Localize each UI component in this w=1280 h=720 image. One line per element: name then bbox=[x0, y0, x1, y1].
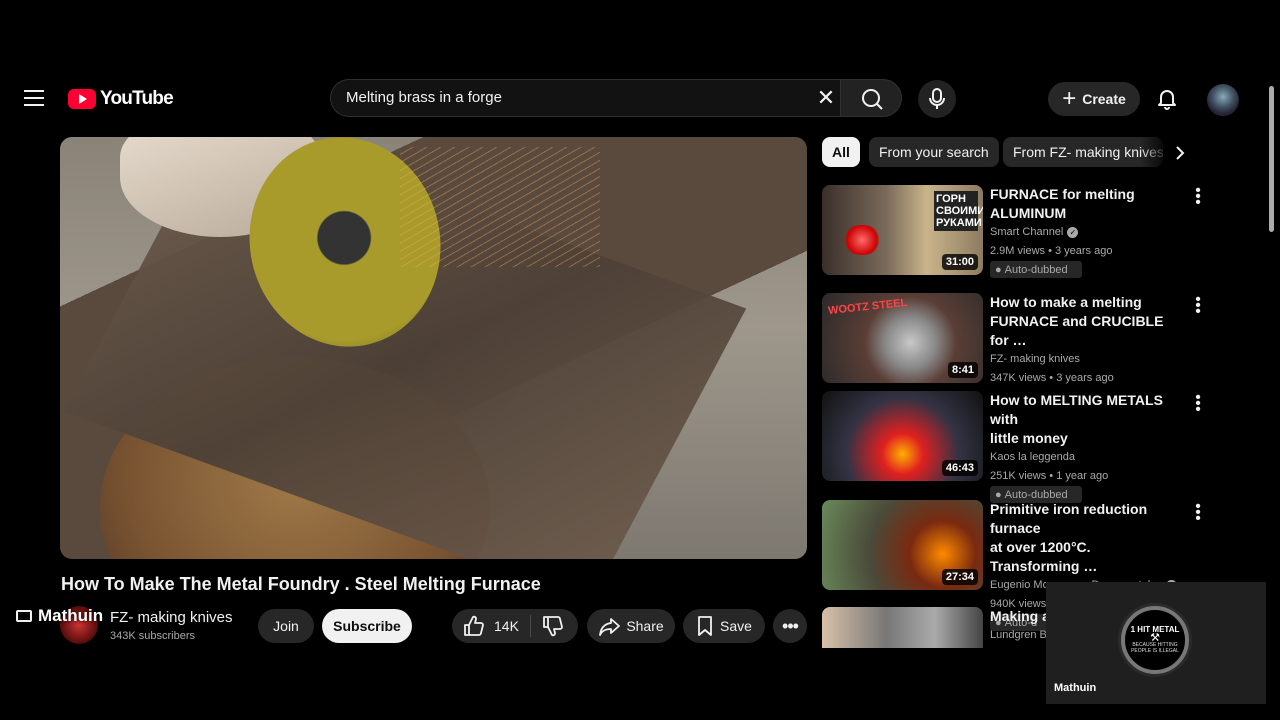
voice-search-button[interactable] bbox=[918, 80, 956, 118]
rec-thumbnail[interactable]: 46:43 bbox=[822, 391, 983, 481]
scrollbar-thumb[interactable] bbox=[1269, 86, 1274, 232]
rec-title-cont[interactable]: little money bbox=[990, 429, 1182, 448]
streamer-name: Mathuin bbox=[1054, 682, 1097, 694]
more-vert-icon[interactable]: • • • bbox=[1195, 390, 1201, 418]
join-button[interactable]: Join bbox=[258, 609, 314, 643]
account-avatar[interactable] bbox=[1207, 84, 1239, 116]
rec-thumbnail[interactable]: ГОРН СВОИМИ РУКАМИ 31:00 bbox=[822, 185, 983, 275]
video-title: How To Make The Metal Foundry . Steel Me… bbox=[61, 574, 541, 594]
share-button[interactable]: Share bbox=[587, 609, 675, 643]
duration-badge: 31:00 bbox=[941, 254, 978, 270]
share-label: Share bbox=[626, 618, 664, 634]
create-label: Create bbox=[1082, 91, 1126, 107]
search-icon bbox=[862, 89, 883, 110]
chip-from-your-search[interactable]: From your search bbox=[869, 137, 999, 167]
thumbs-up-icon bbox=[464, 615, 484, 636]
thumbnail-caption: ГОРН СВОИМИ РУКАМИ bbox=[934, 191, 983, 231]
rec-info[interactable]: How to make a melting FURNACE and CRUCIB… bbox=[990, 293, 1182, 388]
rec-channel[interactable]: FZ- making knives bbox=[990, 350, 1182, 369]
youtube-logo[interactable]: YouTube bbox=[68, 88, 174, 110]
rec-thumbnail[interactable] bbox=[822, 607, 983, 648]
logo-text: YouTube bbox=[100, 88, 174, 109]
rec-channel[interactable]: Kaos la leggenda bbox=[990, 448, 1182, 467]
thumbs-down-icon bbox=[543, 616, 563, 637]
logo-badge-subtitle: BECAUSE HITTING PEOPLE IS ILLEGAL bbox=[1131, 642, 1179, 654]
dislike-button[interactable] bbox=[541, 614, 565, 638]
rec-title[interactable]: How to MELTING METALS with bbox=[990, 391, 1182, 429]
rec-views: 347K views • 3 years ago bbox=[990, 372, 1114, 384]
plus-icon: + bbox=[1062, 85, 1077, 112]
subscribe-button[interactable]: Subscribe bbox=[322, 609, 412, 643]
create-button[interactable]: + Create bbox=[1048, 82, 1140, 116]
auto-dubbed-badge: ● Auto-dubbed bbox=[990, 261, 1082, 278]
menu-icon[interactable] bbox=[24, 90, 44, 108]
microphone-icon bbox=[929, 88, 945, 109]
chip-fade bbox=[1140, 137, 1170, 167]
crossed-hammers-icon: ⚒ bbox=[1150, 632, 1160, 644]
video-frame-sparks bbox=[400, 147, 600, 267]
clear-search-icon[interactable]: ✕ bbox=[816, 87, 836, 109]
youtube-play-icon bbox=[68, 89, 96, 109]
thumbnail-glow bbox=[842, 225, 882, 255]
channel-logo-badge: 1 HIT METAL ⚒ BECAUSE HITTING PEOPLE IS … bbox=[1121, 606, 1189, 674]
rec-thumbnail[interactable]: WOOTZ STEEL 8:41 bbox=[822, 293, 983, 383]
rec-info[interactable]: FURNACE for melting ALUMINUM Smart Chann… bbox=[990, 185, 1182, 278]
verified-icon: ✓ bbox=[1067, 226, 1079, 238]
rec-views: 2.9M views • 3 years ago bbox=[990, 245, 1113, 257]
channel-name[interactable]: FZ- making knives bbox=[110, 609, 233, 626]
notifications-icon[interactable] bbox=[1155, 86, 1179, 110]
bookmark-icon bbox=[698, 616, 712, 636]
duration-badge: 46:43 bbox=[941, 460, 978, 476]
rec-title[interactable]: FURNACE for melting bbox=[990, 185, 1182, 204]
rec-title-cont[interactable]: FURNACE and CRUCIBLE for … bbox=[990, 312, 1182, 350]
like-count: 14K bbox=[494, 618, 519, 634]
rec-info[interactable]: How to MELTING METALS with little money … bbox=[990, 391, 1182, 503]
like-button[interactable]: 14K bbox=[462, 609, 519, 643]
subscriber-count: 343K subscribers bbox=[110, 630, 195, 642]
cast-icon[interactable] bbox=[16, 610, 32, 622]
like-divider bbox=[530, 615, 531, 637]
rec-title-cont[interactable]: at over 1200°C. Transforming … bbox=[990, 538, 1182, 576]
more-vert-icon[interactable]: • • • bbox=[1195, 292, 1201, 320]
rec-channel[interactable]: Smart Channel ✓ bbox=[990, 223, 1182, 242]
chip-from-channel[interactable]: From FZ- making knives bbox=[1003, 137, 1163, 167]
rec-channel-name: Smart Channel bbox=[990, 226, 1064, 238]
dub-icon: ● bbox=[995, 263, 1002, 276]
more-vert-icon[interactable]: • • • bbox=[1195, 499, 1201, 527]
rec-title-cont[interactable]: ALUMINUM bbox=[990, 204, 1182, 223]
badge-label: Auto-dubbed bbox=[1004, 263, 1068, 276]
dub-icon: ● bbox=[995, 488, 1002, 501]
more-vert-icon[interactable]: • • • bbox=[1195, 183, 1201, 211]
save-label: Save bbox=[720, 618, 752, 634]
rec-title[interactable]: How to make a melting bbox=[990, 293, 1182, 312]
duration-badge: 27:34 bbox=[941, 569, 978, 585]
chevron-right-icon[interactable] bbox=[1173, 146, 1187, 160]
more-dots-icon: ••• bbox=[782, 615, 799, 636]
thumbnail-caption: WOOTZ STEEL bbox=[827, 296, 908, 318]
badge-label: Auto-dubbed bbox=[1004, 488, 1068, 501]
more-actions-button[interactable]: ••• bbox=[773, 609, 807, 643]
save-button[interactable]: Save bbox=[683, 609, 765, 643]
share-icon bbox=[599, 618, 621, 636]
search-button[interactable] bbox=[840, 79, 902, 117]
search-input[interactable]: Melting brass in a forge bbox=[346, 89, 502, 106]
rec-title[interactable]: Primitive iron reduction furnace bbox=[990, 500, 1182, 538]
chip-all[interactable]: All bbox=[822, 137, 860, 167]
rec-thumbnail[interactable]: 27:34 bbox=[822, 500, 983, 590]
streamer-name-overlay: Mathuin bbox=[38, 606, 104, 625]
rec-views: 251K views • 1 year ago bbox=[990, 470, 1109, 482]
video-player[interactable] bbox=[60, 137, 807, 559]
duration-badge: 8:41 bbox=[947, 362, 978, 378]
bottom-letterbox bbox=[0, 648, 1046, 720]
